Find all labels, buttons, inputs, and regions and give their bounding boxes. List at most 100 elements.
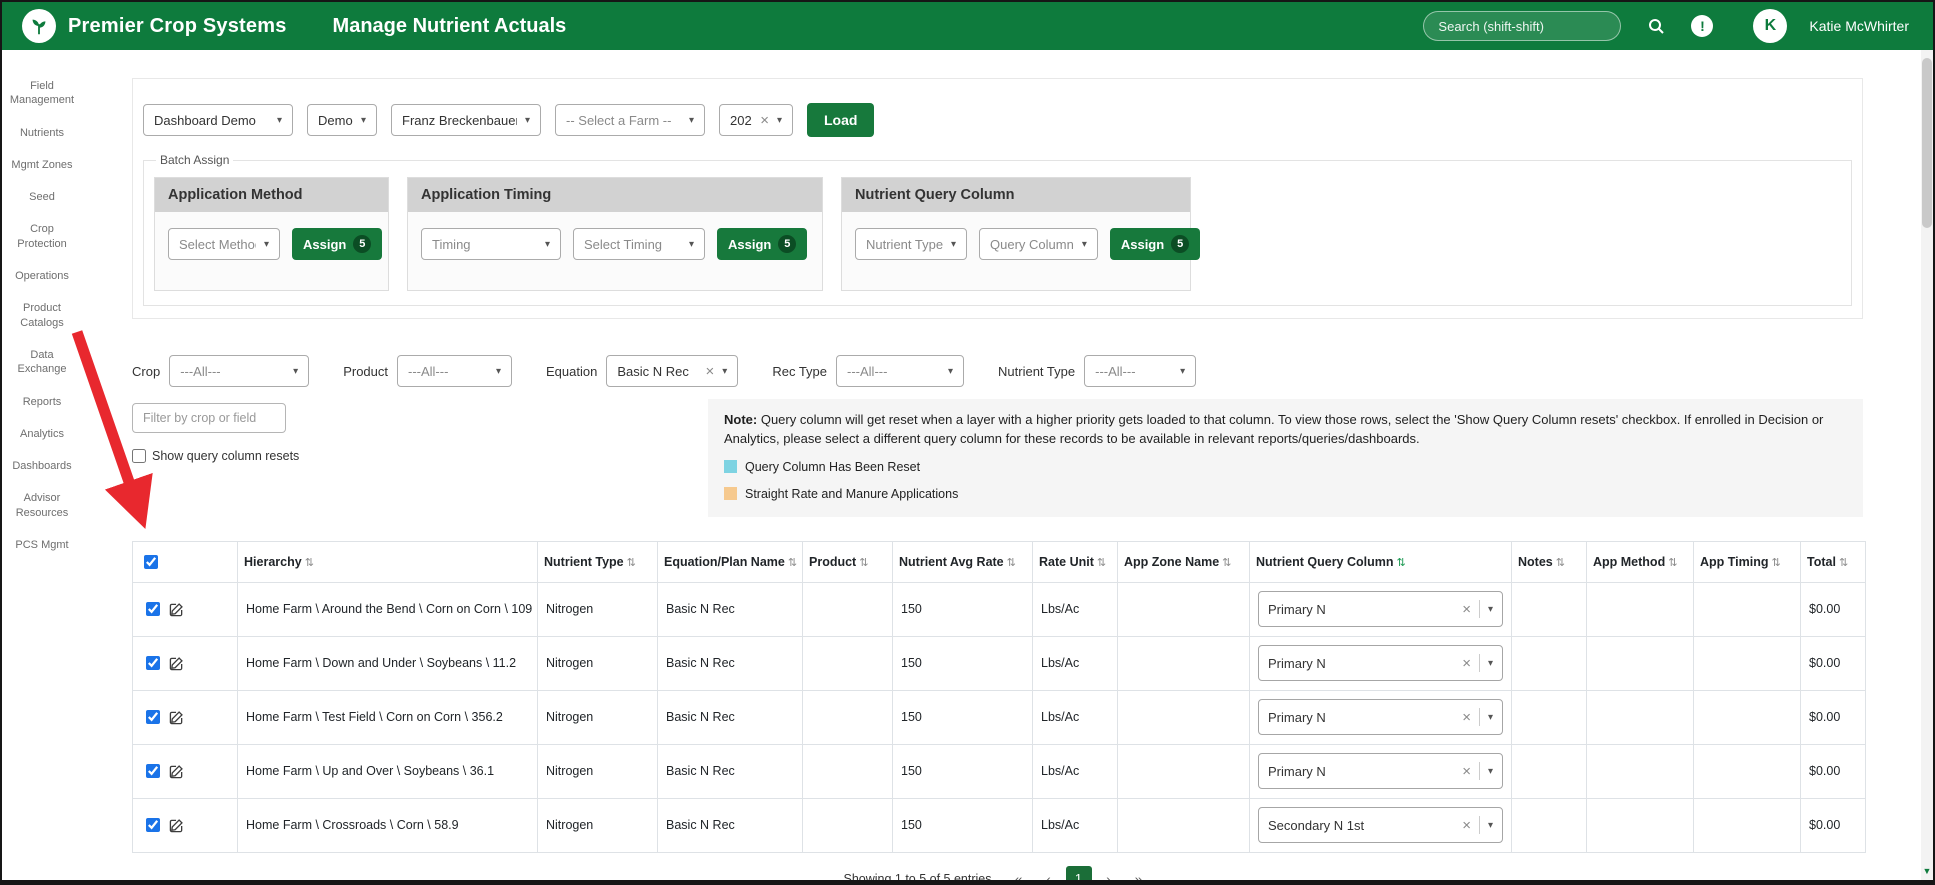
- sidebar-item-analytics[interactable]: Analytics: [4, 418, 80, 450]
- col-nutrient-query-column[interactable]: Nutrient Query Column ⇅: [1249, 540, 1512, 583]
- col-total[interactable]: Total ⇅: [1800, 540, 1866, 583]
- nutrient-type-filter-select[interactable]: ---All--- ▾: [1084, 355, 1197, 387]
- row-checkbox[interactable]: [146, 764, 160, 779]
- sidebar-item-crop-protection[interactable]: Crop Protection: [4, 213, 80, 260]
- notes-cell: [1511, 635, 1587, 691]
- col-equation-plan-name[interactable]: Equation/Plan Name ⇅: [657, 540, 803, 583]
- row-query-column-select[interactable]: Primary N × ▾: [1258, 753, 1503, 790]
- sidebar-item-reports[interactable]: Reports: [4, 386, 80, 418]
- prev-page-button[interactable]: ‹: [1036, 866, 1062, 880]
- assign-query-column-button[interactable]: Assign 5: [1109, 228, 1201, 260]
- edit-row-icon[interactable]: [169, 656, 184, 671]
- sidebar-item-advisor-resources[interactable]: Advisor Resources: [4, 482, 80, 529]
- edit-row-icon[interactable]: [169, 602, 184, 617]
- row-checkbox[interactable]: [146, 818, 160, 833]
- crop-filter-select[interactable]: ---All--- ▾: [169, 355, 310, 387]
- page-1-button[interactable]: 1: [1065, 865, 1092, 880]
- row-checkbox[interactable]: [146, 656, 160, 671]
- app-timing-cell: [1693, 743, 1801, 799]
- col-app-timing[interactable]: App Timing ⇅: [1693, 540, 1801, 583]
- assign-timing-button[interactable]: Assign 5: [717, 228, 808, 260]
- brand-name: Premier Crop Systems: [68, 14, 287, 37]
- farm-select[interactable]: -- Select a Farm -- ▾: [555, 104, 705, 136]
- col-notes[interactable]: Notes ⇅: [1511, 540, 1587, 583]
- show-resets-checkbox[interactable]: [132, 449, 146, 463]
- app-timing-cell: [1693, 635, 1801, 691]
- edit-row-icon[interactable]: [169, 710, 184, 725]
- next-page-button[interactable]: ›: [1096, 866, 1122, 880]
- row-query-column-select[interactable]: Primary N × ▾: [1258, 591, 1503, 628]
- pagination: « ‹ 1 › »: [1006, 865, 1152, 880]
- equation-filter-select[interactable]: Basic N Rec × ▾: [606, 355, 739, 387]
- sidebar-item-operations[interactable]: Operations: [4, 260, 80, 292]
- chevron-down-icon: ▾: [544, 238, 550, 250]
- row-query-column-select[interactable]: Secondary N 1st × ▾: [1258, 807, 1503, 844]
- sidebar-item-pcs-mgmt[interactable]: PCS Mgmt: [4, 529, 80, 561]
- group-select[interactable]: Demo ▾: [307, 104, 377, 136]
- sidebar-item-field-management[interactable]: Field Management: [4, 70, 80, 117]
- timing-select[interactable]: Select Timing ▾: [573, 228, 705, 260]
- rec-type-filter-select[interactable]: ---All--- ▾: [836, 355, 965, 387]
- note-text: Note: Query column will get reset when a…: [724, 412, 1824, 446]
- load-button[interactable]: Load: [807, 103, 875, 137]
- year-select[interactable]: 2022 × ▾: [719, 104, 793, 136]
- sidebar-item-dashboards[interactable]: Dashboards: [4, 450, 80, 482]
- sidebar-item-product-catalogs[interactable]: Product Catalogs: [4, 292, 80, 339]
- col-rate-unit[interactable]: Rate Unit ⇅: [1032, 540, 1118, 583]
- sidebar-item-data-exchange[interactable]: Data Exchange: [4, 339, 80, 386]
- crop-filter-label: Crop: [132, 363, 161, 379]
- brand-logo-icon[interactable]: [22, 9, 56, 43]
- first-page-button[interactable]: «: [1006, 866, 1032, 880]
- legend-manure: Straight Rate and Manure Applications: [724, 485, 1847, 503]
- clear-icon[interactable]: ×: [706, 364, 715, 379]
- global-search[interactable]: [1423, 11, 1622, 41]
- clear-icon[interactable]: ×: [1462, 764, 1471, 779]
- clear-icon[interactable]: ×: [760, 113, 769, 128]
- col-nutrient-type[interactable]: Nutrient Type ⇅: [537, 540, 658, 583]
- last-page-button[interactable]: »: [1126, 866, 1152, 880]
- show-resets-toggle[interactable]: Show query column resets: [132, 449, 708, 463]
- help-icon[interactable]: !: [1691, 15, 1714, 37]
- col-app-method[interactable]: App Method ⇅: [1586, 540, 1694, 583]
- row-query-column-select[interactable]: Primary N × ▾: [1258, 699, 1503, 736]
- dataset-select[interactable]: Dashboard Demo ▾: [143, 104, 293, 136]
- col-product[interactable]: Product ⇅: [802, 540, 893, 583]
- rate-unit-cell: Lbs/Ac: [1032, 581, 1118, 637]
- col-app-zone-name[interactable]: App Zone Name ⇅: [1117, 540, 1250, 583]
- crop-field-filter-input[interactable]: [132, 403, 286, 433]
- assign-method-button[interactable]: Assign 5: [292, 228, 383, 260]
- edit-row-icon[interactable]: [169, 818, 184, 833]
- grower-select[interactable]: Franz Breckenbauer ▾: [391, 104, 541, 136]
- query-column-select[interactable]: Query Column ▾: [979, 228, 1098, 260]
- scroll-down-icon[interactable]: ▼: [1921, 866, 1933, 876]
- nutrient-type-select[interactable]: Nutrient Type ▾: [855, 228, 967, 260]
- sidebar-item-seed[interactable]: Seed: [4, 181, 80, 213]
- vertical-scrollbar[interactable]: ▼: [1921, 50, 1933, 880]
- product-cell: [802, 743, 893, 799]
- clear-icon[interactable]: ×: [1462, 602, 1471, 617]
- product-filter-select[interactable]: ---All--- ▾: [397, 355, 512, 387]
- total-cell: $0.00: [1800, 797, 1866, 853]
- col-hierarchy[interactable]: Hierarchy ⇅: [237, 540, 538, 583]
- notes-cell: [1511, 689, 1587, 745]
- row-query-column-select[interactable]: Primary N × ▾: [1258, 645, 1503, 682]
- scrollbar-thumb[interactable]: [1922, 58, 1932, 228]
- sidebar-item-nutrients[interactable]: Nutrients: [4, 117, 80, 149]
- batch-assign-fieldset: Batch Assign Application Method Select M…: [143, 153, 1852, 306]
- chevron-down-icon: ▾: [263, 238, 269, 250]
- search-icon[interactable]: [1647, 17, 1665, 35]
- select-all-checkbox[interactable]: [144, 554, 158, 569]
- timing-type-select[interactable]: Timing ▾: [421, 228, 561, 260]
- col-nutrient-avg-rate[interactable]: Nutrient Avg Rate ⇅: [892, 540, 1033, 583]
- sidebar-item-mgmt-zones[interactable]: Mgmt Zones: [4, 149, 80, 181]
- clear-icon[interactable]: ×: [1462, 818, 1471, 833]
- edit-row-icon[interactable]: [169, 764, 184, 779]
- avatar[interactable]: K: [1753, 9, 1788, 43]
- clear-icon[interactable]: ×: [1462, 710, 1471, 725]
- rate-unit-cell: Lbs/Ac: [1032, 743, 1118, 799]
- search-input[interactable]: [1438, 18, 1607, 34]
- row-checkbox[interactable]: [146, 602, 160, 617]
- clear-icon[interactable]: ×: [1462, 656, 1471, 671]
- row-checkbox[interactable]: [146, 710, 160, 725]
- method-select[interactable]: Select Method ▾: [168, 228, 280, 260]
